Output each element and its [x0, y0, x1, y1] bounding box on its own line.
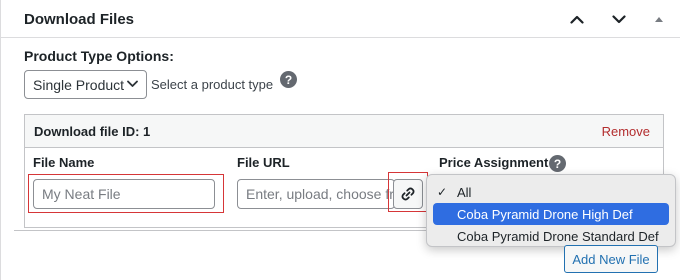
divider — [14, 230, 426, 231]
link-icon — [401, 187, 415, 201]
file-name-label: File Name — [33, 155, 95, 170]
remove-link[interactable]: Remove — [602, 124, 650, 139]
product-type-hint: Select a product type — [151, 77, 274, 92]
product-type-select[interactable]: Single Product — [24, 70, 147, 99]
product-type-selected: Single Product — [33, 76, 125, 93]
download-file-id: Download file ID: 1 — [34, 124, 151, 139]
file-url-label: File URL — [237, 155, 290, 170]
upload-link-button[interactable] — [393, 179, 423, 209]
price-assignment-dropdown[interactable]: ✓ All Coba Pyramid Drone High Def Coba P… — [426, 174, 676, 247]
price-option-all[interactable]: ✓ All — [433, 181, 669, 203]
add-new-file-button[interactable]: Add New File — [564, 245, 658, 273]
price-option-label: All — [457, 184, 472, 200]
help-icon[interactable]: ? — [549, 155, 566, 172]
panel-title: Download Files — [24, 11, 135, 28]
price-option-standard-def[interactable]: Coba Pyramid Drone Standard Def — [433, 225, 669, 247]
download-file-header: Download file ID: 1 Remove — [25, 115, 663, 148]
product-type-label: Product Type Options: — [24, 48, 174, 64]
price-assignment-label: Price Assignment — [439, 155, 549, 170]
move-up-button[interactable] — [565, 8, 589, 30]
price-option-high-def[interactable]: Coba Pyramid Drone High Def — [433, 203, 669, 225]
price-option-label: Coba Pyramid Drone Standard Def — [457, 228, 659, 244]
panel-header: Download Files — [1, 0, 680, 38]
file-url-input[interactable]: Enter, upload, choose fro — [237, 179, 395, 209]
download-files-panel: Download Files Product Type Options: Sin… — [0, 0, 680, 280]
checkmark-icon: ✓ — [437, 185, 448, 199]
move-down-button[interactable] — [607, 8, 631, 30]
toggle-arrow-icon — [655, 16, 663, 22]
chevron-up-icon — [570, 15, 584, 24]
toggle-panel-button[interactable] — [649, 8, 669, 30]
file-name-input[interactable]: My Neat File — [33, 179, 215, 209]
help-icon[interactable]: ? — [280, 71, 297, 88]
price-option-label: Coba Pyramid Drone High Def — [457, 206, 633, 222]
chevron-down-icon — [612, 14, 626, 23]
chevron-down-icon — [127, 80, 138, 87]
